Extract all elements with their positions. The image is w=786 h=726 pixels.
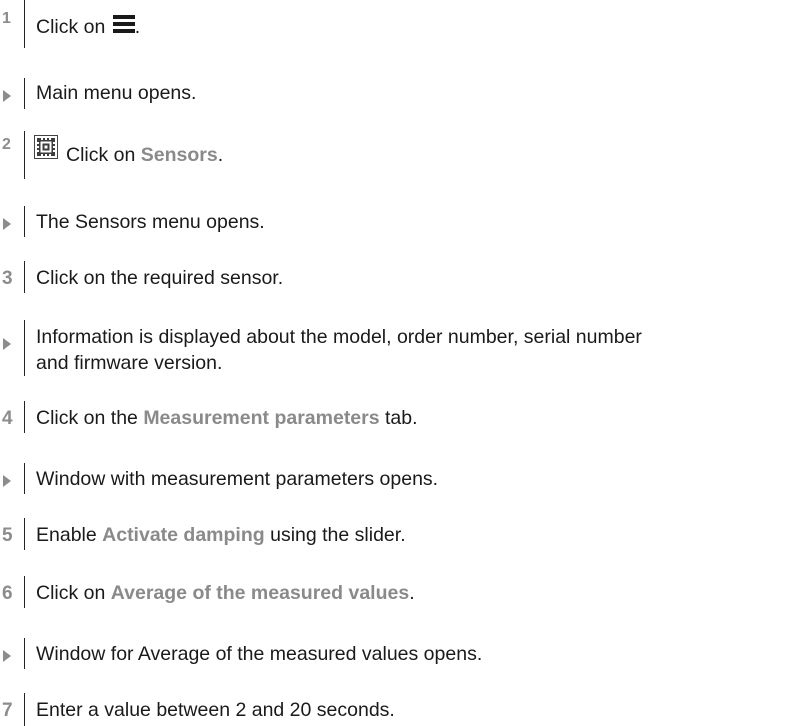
step-number: 4 — [2, 408, 13, 429]
result-1: Main menu opens. — [0, 70, 786, 110]
step-text: Click on . — [36, 14, 141, 38]
step-1: 1 Click on . — [0, 0, 786, 48]
step-divider — [24, 638, 25, 669]
step-text: Click on the Measurement parameters tab. — [36, 407, 418, 429]
step-number: 7 — [2, 700, 13, 721]
step-number: 2 — [2, 136, 11, 153]
step-divider — [24, 0, 25, 48]
triangle-arrow-icon — [3, 650, 11, 662]
ui-term: Sensors — [140, 144, 218, 166]
result-text: Main menu opens. — [36, 82, 197, 104]
step-text: Enter a value between 2 and 20 seconds. — [36, 699, 395, 721]
triangle-arrow-icon — [3, 475, 11, 487]
result-5: Window for Average of the measured value… — [0, 628, 786, 669]
step-number: 5 — [2, 525, 13, 546]
result-text: Information is displayed about the model… — [36, 326, 642, 374]
ui-term: Average of the measured values — [110, 582, 410, 604]
result-2: The Sensors menu opens. — [0, 196, 786, 237]
step-number: 3 — [2, 268, 13, 289]
ui-term: Activate damping — [102, 524, 265, 546]
sensor-chip-icon — [34, 135, 58, 159]
step-text: Click on the required sensor. — [36, 267, 284, 289]
step-divider — [24, 693, 25, 726]
menu-icon — [112, 14, 135, 34]
ui-term: Measurement parameters — [143, 407, 380, 429]
step-5: 5 Enable Activate damping using the slid… — [0, 512, 786, 552]
step-text: Enable Activate damping using the slider… — [36, 524, 406, 546]
step-text: Click on Average of the measured values. — [36, 582, 415, 604]
triangle-arrow-icon — [3, 338, 11, 350]
triangle-arrow-icon — [3, 90, 11, 102]
result-text: The Sensors menu opens. — [36, 211, 265, 233]
step-divider — [24, 320, 25, 376]
step-7: 7 Enter a value between 2 and 20 seconds… — [0, 686, 786, 726]
step-number: 1 — [2, 10, 11, 27]
step-2: 2 Click on Sensors. — [0, 131, 786, 179]
step-6: 6 Click on Average of the measured value… — [0, 570, 786, 610]
step-divider — [24, 401, 25, 433]
step-3: 3 Click on the required sensor. — [0, 254, 786, 294]
step-divider — [24, 518, 25, 550]
step-divider — [24, 131, 25, 179]
result-3: Information is displayed about the model… — [0, 314, 786, 376]
result-text: Window for Average of the measured value… — [36, 643, 483, 665]
step-text: Click on Sensors. — [66, 144, 224, 166]
step-4: 4 Click on the Measurement parameters ta… — [0, 394, 786, 434]
triangle-arrow-icon — [3, 218, 11, 230]
result-text: Window with measurement parameters opens… — [36, 468, 439, 490]
step-divider — [24, 206, 25, 237]
step-number: 6 — [2, 583, 13, 604]
step-divider — [24, 261, 25, 293]
result-4: Window with measurement parameters opens… — [0, 453, 786, 494]
step-divider — [24, 463, 25, 494]
step-divider — [24, 78, 25, 109]
step-divider — [24, 576, 25, 608]
